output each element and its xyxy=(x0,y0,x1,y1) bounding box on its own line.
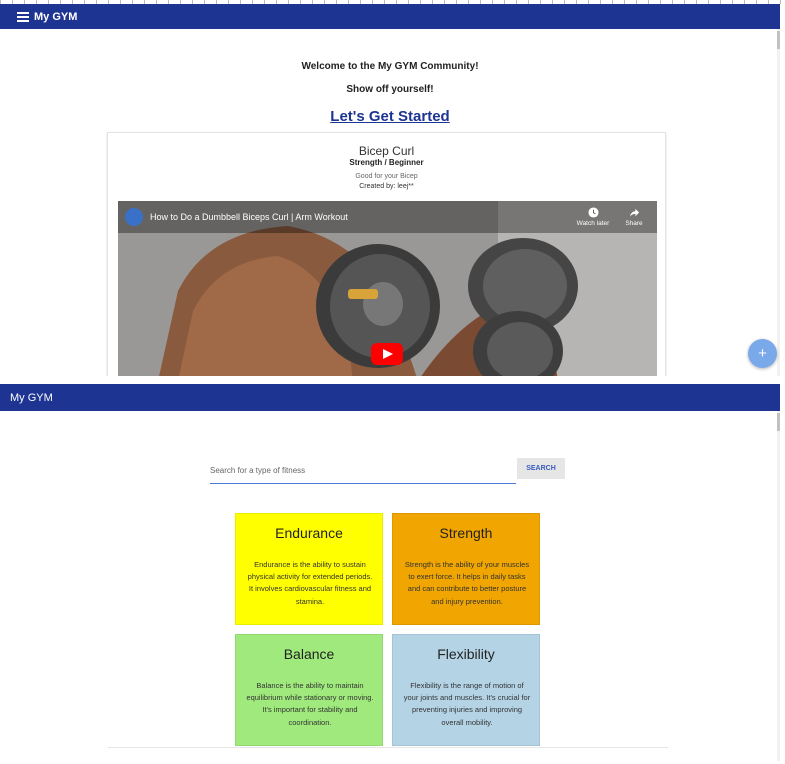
search-input[interactable] xyxy=(210,458,516,484)
divider xyxy=(108,747,668,748)
app-bar: My GYM xyxy=(0,4,780,29)
watch-later-button[interactable]: Watch later xyxy=(573,207,613,227)
app-bar: My GYM xyxy=(0,384,780,411)
video-title[interactable]: How to Do a Dumbbell Biceps Curl | Arm W… xyxy=(150,212,348,222)
welcome-heading: Welcome to the My GYM Community! xyxy=(301,61,479,72)
strength-tile[interactable]: Strength Strength is the ability of your… xyxy=(392,513,540,625)
video-player[interactable]: How to Do a Dumbbell Biceps Curl | Arm W… xyxy=(118,201,657,376)
flexibility-tile[interactable]: Flexibility Flexibility is the range of … xyxy=(392,634,540,746)
exercise-card: Bicep Curl Strength / Beginner Good for … xyxy=(107,132,666,376)
community-page: My GYM Welcome to the My GYM Community! … xyxy=(0,4,780,376)
tile-description: Strength is the ability of your muscles … xyxy=(404,560,530,606)
scrollbar[interactable] xyxy=(777,29,780,376)
search-button[interactable]: SEARCH xyxy=(517,458,565,479)
share-icon xyxy=(629,208,639,217)
tile-description: Balance is the ability to maintain equil… xyxy=(246,681,374,727)
balance-tile[interactable]: Balance Balance is the ability to mainta… xyxy=(235,634,383,746)
play-button[interactable] xyxy=(371,343,403,365)
tile-title: Balance xyxy=(283,646,335,662)
screenshot-separator xyxy=(0,376,785,384)
exercise-category: Strength / Beginner xyxy=(349,158,424,167)
tile-description: Endurance is the ability to sustain phys… xyxy=(247,560,373,606)
hamburger-menu-icon[interactable] xyxy=(17,12,29,22)
tile-title: Flexibility xyxy=(437,646,495,662)
add-post-button[interactable]: + xyxy=(748,339,777,368)
exercise-title: Bicep Curl xyxy=(358,144,415,158)
clock-icon xyxy=(587,207,599,218)
app-title[interactable]: My GYM xyxy=(34,11,77,23)
share-label: Share xyxy=(625,220,643,227)
scrollbar[interactable] xyxy=(777,411,780,761)
tile-description: Flexibility is the range of motion of yo… xyxy=(403,681,531,727)
watch-later-label: Watch later xyxy=(576,220,610,227)
tile-title: Endurance xyxy=(275,525,343,541)
exercise-author: Created by: leej** xyxy=(359,183,414,190)
plus-icon: + xyxy=(758,345,767,362)
share-button[interactable]: Share xyxy=(614,207,654,227)
scrollbar-thumb[interactable] xyxy=(777,31,780,49)
app-title[interactable]: My GYM xyxy=(10,392,53,404)
scrollbar-thumb[interactable] xyxy=(777,413,780,431)
exercise-description: Good for your Bicep xyxy=(355,173,418,180)
channel-logo-icon[interactable] xyxy=(125,208,143,226)
endurance-tile[interactable]: Endurance Endurance is the ability to su… xyxy=(235,513,383,625)
fitness-types-page: My GYM SEARCH Endurance Endurance is the… xyxy=(0,384,780,764)
show-off-heading: Show off yourself! xyxy=(346,84,434,95)
get-started-link[interactable]: Let's Get Started xyxy=(0,108,780,125)
tile-title: Strength xyxy=(439,525,493,541)
